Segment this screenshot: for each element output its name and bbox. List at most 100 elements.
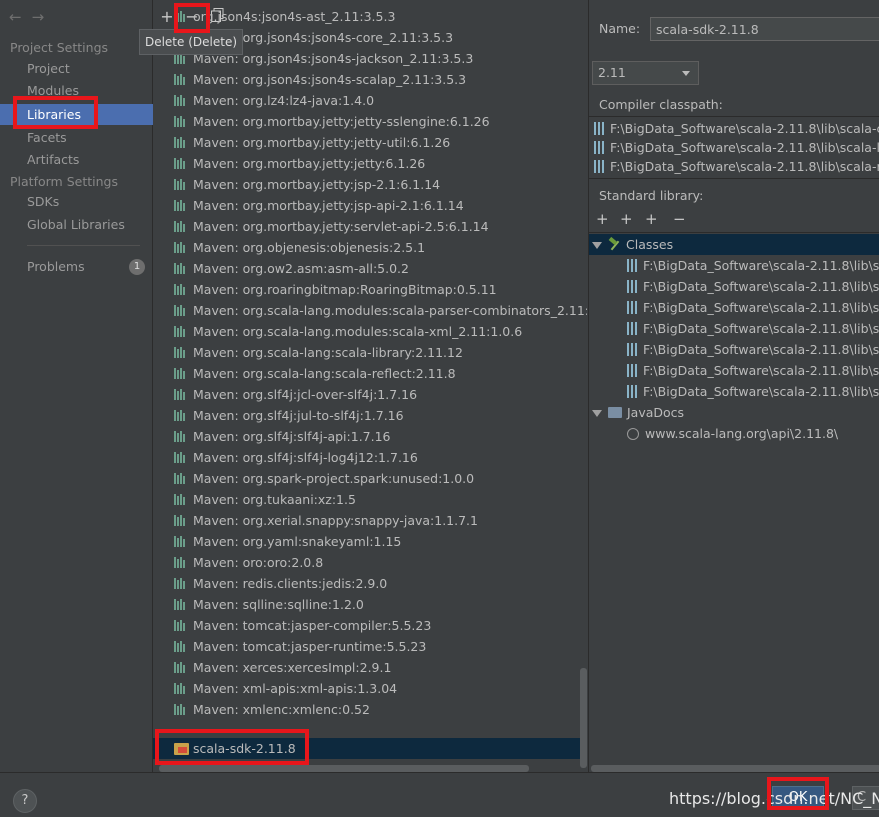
library-item-selected[interactable]: scala-sdk-2.11.8 [153,738,587,759]
library-item[interactable]: Maven: org.lz4:lz4-java:1.4.0 [153,90,587,111]
library-item[interactable]: Maven: org.scala-lang:scala-library:2.11… [153,342,587,363]
hammer-icon [608,238,621,251]
maven-library-icon [174,599,187,610]
library-item-label: Maven: xerces:xercesImpl:2.9.1 [193,660,392,675]
library-item-label: Maven: org.slf4j:slf4j-log4j12:1.7.16 [193,450,418,465]
classpath-item[interactable]: F:\BigData_Software\scala-2.11.8\lib\sca… [594,156,879,177]
maven-library-icon [174,452,187,463]
class-root-label: F:\BigData_Software\scala-2.11.8\lib\sca… [643,384,879,399]
sidebar-item-project[interactable]: Project [0,58,153,79]
vertical-scrollbar[interactable] [580,668,587,768]
add-url-button[interactable]: + [620,210,633,228]
library-item[interactable]: Maven: org.tukaani:xz:1.5 [153,489,587,510]
maven-library-icon [174,389,187,400]
sidebar-item-libraries[interactable]: Libraries [0,104,153,125]
scala-version-select[interactable]: 2.11 [592,61,699,85]
sidebar-item-facets[interactable]: Facets [0,127,153,148]
library-item[interactable]: Maven: org.mortbay.jetty:jetty-util:6.1.… [153,132,587,153]
library-item[interactable]: Maven: org.roaringbitmap:RoaringBitmap:0… [153,279,587,300]
name-label: Name: [599,21,641,36]
library-item[interactable]: Maven: org.mortbay.jetty:jsp-2.1:6.1.14 [153,174,587,195]
library-item[interactable]: Maven: xml-apis:xml-apis:1.3.04 [153,678,587,699]
class-root-item[interactable]: F:\BigData_Software\scala-2.11.8\lib\sca… [627,381,879,402]
back-arrow-icon[interactable]: ← [9,8,22,26]
platform-settings-heading: Platform Settings [10,174,118,189]
settings-sidebar: ← → Project Settings Project Modules Libr… [0,0,153,772]
add-root-button[interactable]: + [596,210,609,228]
library-item[interactable]: Maven: org.yaml:snakeyaml:1.15 [153,531,587,552]
classpath-item[interactable]: F:\BigData_Software\scala-2.11.8\lib\sca… [594,118,879,139]
library-item[interactable]: Maven: org.slf4j:slf4j-api:1.7.16 [153,426,587,447]
library-item[interactable]: Maven: org.mortbay.jetty:jsp-api-2.1:6.1… [153,195,587,216]
library-item[interactable]: Maven: org.scala-lang:scala-reflect:2.11… [153,363,587,384]
library-item[interactable]: Maven: xmlenc:xmlenc:0.52 [153,699,587,720]
library-item[interactable]: Maven: org.slf4j:slf4j-log4j12:1.7.16 [153,447,587,468]
library-item[interactable]: org.json4s:json4s-ast_2.11:3.5.3 [153,6,587,27]
library-item-label: Maven: redis.clients:jedis:2.9.0 [193,576,388,591]
horizontal-scrollbar[interactable] [159,765,529,772]
library-item[interactable]: Maven: redis.clients:jedis:2.9.0 [153,573,587,594]
maven-library-icon [174,662,187,673]
library-item[interactable]: Maven: org.scala-lang.modules:scala-xml_… [153,321,587,342]
maven-library-icon [174,179,187,190]
sidebar-item-global-libraries[interactable]: Global Libraries [0,214,153,235]
jar-icon [594,141,604,154]
expand-triangle-icon[interactable] [592,410,602,417]
maven-library-icon [174,326,187,337]
library-item[interactable]: Maven: tomcat:jasper-runtime:5.5.23 [153,636,587,657]
details-horizontal-scrollbar[interactable] [591,765,879,772]
javadocs-url-item[interactable]: www.scala-lang.org\api\2.11.8\ [627,423,838,444]
library-item[interactable]: Maven: org.xerial.snappy:snappy-java:1.1… [153,510,587,531]
maven-library-icon [174,536,187,547]
library-item[interactable]: Maven: org.mortbay.jetty:servlet-api-2.5… [153,216,587,237]
library-item[interactable]: Maven: org.ow2.asm:asm-all:5.0.2 [153,258,587,279]
history-nav: ← → [9,8,54,26]
library-item-label: Maven: org.xerial.snappy:snappy-java:1.1… [193,513,478,528]
library-item-label: Maven: xmlenc:xmlenc:0.52 [193,702,370,717]
maven-library-icon [174,74,187,85]
remove-root-button[interactable]: − [673,210,686,228]
dialog-button-bar: ? OK C https://blog.csdn.net/NC_NE [0,772,879,817]
classpath-item[interactable]: F:\BigData_Software\scala-2.11.8\lib\sca… [594,137,879,158]
help-button[interactable]: ? [13,789,37,813]
tree-node-javadocs[interactable]: JavaDocs [592,402,684,423]
library-item[interactable]: Maven: org.objenesis:objenesis:2.5.1 [153,237,587,258]
maven-library-icon [174,620,187,631]
library-item-label: Maven: org.objenesis:objenesis:2.5.1 [193,240,426,255]
library-item[interactable]: Maven: org.json4s:json4s-scalap_2.11:3.5… [153,69,587,90]
tree-node-classes[interactable]: Classes [589,234,879,255]
library-item[interactable]: Maven: oro:oro:2.0.8 [153,552,587,573]
sidebar-item-artifacts[interactable]: Artifacts [0,149,153,170]
library-item[interactable]: Maven: xerces:xercesImpl:2.9.1 [153,657,587,678]
library-name-input[interactable] [650,17,879,41]
library-item[interactable]: Maven: org.scala-lang.modules:scala-pars… [153,300,587,321]
forward-arrow-icon[interactable]: → [32,8,45,26]
class-root-item[interactable]: F:\BigData_Software\scala-2.11.8\lib\sca… [627,297,879,318]
globe-icon [627,428,639,440]
class-root-label: F:\BigData_Software\scala-2.11.8\lib\sca… [643,300,879,315]
library-item-label: scala-sdk-2.11.8 [193,741,296,756]
library-item-label: Maven: org.spark-project.spark:unused:1.… [193,471,475,486]
library-item[interactable]: Maven: org.mortbay.jetty:jetty-sslengine… [153,111,587,132]
library-item[interactable]: Maven: org.spark-project.spark:unused:1.… [153,468,587,489]
library-item-label: Maven: tomcat:jasper-runtime:5.5.23 [193,639,427,654]
library-item[interactable]: Maven: org.mortbay.jetty:jetty:6.1.26 [153,153,587,174]
library-item[interactable]: Maven: sqlline:sqlline:1.2.0 [153,594,587,615]
sidebar-item-problems[interactable]: Problems 1 [0,256,153,277]
library-item-label: Maven: org.roaringbitmap:RoaringBitmap:0… [193,282,497,297]
class-root-item[interactable]: F:\BigData_Software\scala-2.11.8\lib\sca… [627,255,879,276]
sidebar-item-sdks[interactable]: SDKs [0,191,153,212]
class-root-item[interactable]: F:\BigData_Software\scala-2.11.8\lib\sca… [627,360,879,381]
sidebar-item-modules[interactable]: Modules [0,80,153,101]
class-root-item[interactable]: F:\BigData_Software\scala-2.11.8\lib\sca… [627,318,879,339]
expand-triangle-icon[interactable] [592,242,602,249]
library-item[interactable]: Maven: org.slf4j:jcl-over-slf4j:1.7.16 [153,384,587,405]
library-item[interactable]: Maven: tomcat:jasper-compiler:5.5.23 [153,615,587,636]
library-item-label: Maven: org.scala-lang.modules:scala-xml_… [193,324,523,339]
add-archive-button[interactable]: + [645,210,658,228]
library-item-label: Maven: org.slf4j:slf4j-api:1.7.16 [193,429,391,444]
class-root-item[interactable]: F:\BigData_Software\scala-2.11.8\lib\sca… [627,339,879,360]
library-item[interactable]: Maven: org.slf4j:jul-to-slf4j:1.7.16 [153,405,587,426]
library-item-label: Maven: org.json4s:json4s-scalap_2.11:3.5… [193,72,467,87]
class-root-item[interactable]: F:\BigData_Software\scala-2.11.8\lib\sca… [627,276,879,297]
